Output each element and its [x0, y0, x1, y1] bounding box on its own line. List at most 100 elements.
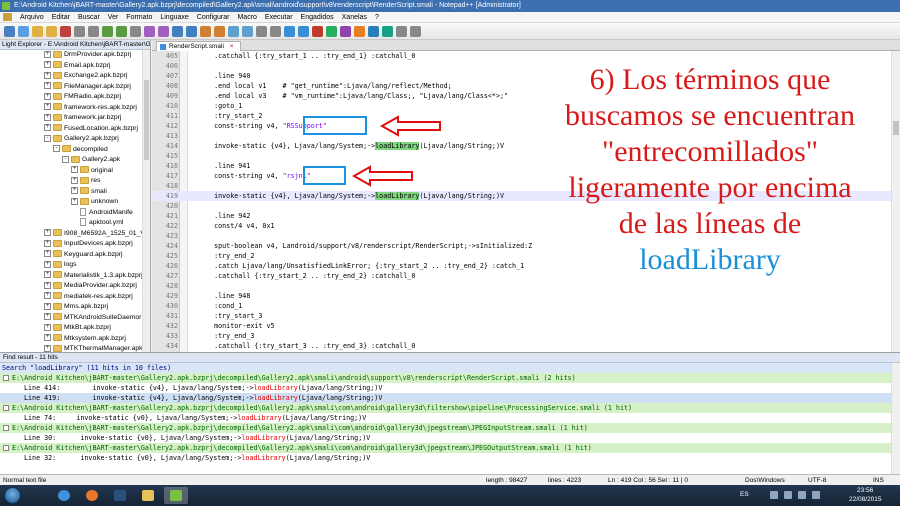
- toolbar-button-icon[interactable]: [312, 26, 323, 37]
- taskbar-explorer[interactable]: [136, 487, 160, 504]
- collapse-icon[interactable]: -: [62, 155, 69, 163]
- find-file-row[interactable]: E:\Android Kitchen\jBART-master\Gallery2…: [0, 423, 900, 433]
- find-scrollbar[interactable]: [891, 363, 900, 474]
- menu-item[interactable]: Buscar: [74, 12, 104, 22]
- collapse-icon[interactable]: -: [44, 134, 51, 142]
- expand-icon[interactable]: +: [71, 176, 78, 184]
- toolbar-button-icon[interactable]: [326, 26, 337, 37]
- menu-item[interactable]: ?: [371, 12, 383, 22]
- tree-item[interactable]: AndroidManife: [0, 207, 150, 219]
- code-line[interactable]: 432 monitor-exit v5: [152, 321, 900, 331]
- tree-item[interactable]: + res: [0, 176, 150, 187]
- tree-item[interactable]: + mediatek-res.apk.bzprj: [0, 292, 150, 303]
- toolbar-button-icon[interactable]: [60, 26, 71, 37]
- expand-icon[interactable]: +: [44, 271, 51, 279]
- expand-icon[interactable]: +: [71, 197, 78, 205]
- code-line[interactable]: 434 .catchall {:try_start_3 .. :try_end_…: [152, 341, 900, 351]
- find-file-row[interactable]: E:\Android Kitchen\jBART-master\Gallery2…: [0, 443, 900, 453]
- close-tab-icon[interactable]: ×: [230, 43, 234, 50]
- toolbar-button-icon[interactable]: [410, 26, 421, 37]
- toolbar-button-icon[interactable]: [74, 26, 85, 37]
- tree-item[interactable]: + DrmProvider.apk.bzprj: [0, 50, 150, 61]
- toolbar-button-icon[interactable]: [18, 26, 29, 37]
- collapse-icon[interactable]: [3, 445, 9, 451]
- tree-item[interactable]: + FusedLocation.apk.bzprj: [0, 124, 150, 135]
- find-hit-row[interactable]: Line 30: invoke-static {v0}, Ljava/lang/…: [0, 433, 900, 443]
- tree-item[interactable]: - decompiled: [0, 145, 150, 156]
- tree-item[interactable]: + original: [0, 166, 150, 177]
- expand-icon[interactable]: +: [44, 302, 51, 310]
- toolbar-button-icon[interactable]: [228, 26, 239, 37]
- toolbar-button-icon[interactable]: [270, 26, 281, 37]
- tree-item[interactable]: + Mtksystem.apk.bzprj: [0, 334, 150, 345]
- toolbar-button-icon[interactable]: [396, 26, 407, 37]
- menu-item[interactable]: Formato: [122, 12, 156, 22]
- find-file-row[interactable]: E:\Android Kitchen\jBART-master\Gallery2…: [0, 373, 900, 383]
- toolbar-button-icon[interactable]: [172, 26, 183, 37]
- toolbar-button-icon[interactable]: [186, 26, 197, 37]
- expand-icon[interactable]: +: [44, 103, 51, 111]
- code-line[interactable]: 405 .catchall {:try_start_1 .. :try_end_…: [152, 51, 900, 61]
- tree-item[interactable]: + MTKThermalManager.apk: [0, 344, 150, 352]
- scroll-thumb[interactable]: [144, 80, 149, 160]
- tree-item[interactable]: + Mms.apk.bzprj: [0, 302, 150, 313]
- expand-icon[interactable]: +: [44, 334, 51, 342]
- toolbar-button-icon[interactable]: [116, 26, 127, 37]
- toolbar-button-icon[interactable]: [158, 26, 169, 37]
- collapse-icon[interactable]: -: [53, 145, 60, 153]
- tree-item[interactable]: + unknown: [0, 197, 150, 208]
- tree-item[interactable]: + InputDevices.apk.bzprj: [0, 239, 150, 250]
- toolbar-button-icon[interactable]: [32, 26, 43, 37]
- tree-item[interactable]: + framework.jar.bzprj: [0, 113, 150, 124]
- collapse-icon[interactable]: [3, 375, 9, 381]
- menu-item[interactable]: Linguaxe: [156, 12, 192, 22]
- find-hit-row[interactable]: Line 419: invoke-static {v4}, Ljava/lang…: [0, 393, 900, 403]
- taskbar-notepadpp[interactable]: [164, 487, 188, 504]
- toolbar-button-icon[interactable]: [88, 26, 99, 37]
- code-line[interactable]: 430 :cond_1: [152, 301, 900, 311]
- code-line[interactable]: 431 :try_start_3: [152, 311, 900, 321]
- toolbar-button-icon[interactable]: [214, 26, 225, 37]
- expand-icon[interactable]: +: [44, 92, 51, 100]
- expand-icon[interactable]: +: [44, 292, 51, 300]
- expand-icon[interactable]: +: [44, 229, 51, 237]
- explorer-scrollbar[interactable]: [142, 50, 150, 352]
- code-line[interactable]: 433 :try_end_3: [152, 331, 900, 341]
- find-file-row[interactable]: E:\Android Kitchen\jBART-master\Gallery2…: [0, 403, 900, 413]
- taskbar-ie[interactable]: [52, 487, 76, 504]
- expand-icon[interactable]: +: [44, 50, 51, 58]
- tree-item[interactable]: + I908_M6592A_1525_01_V31: [0, 229, 150, 240]
- expand-icon[interactable]: +: [44, 124, 51, 132]
- toolbar-button-icon[interactable]: [354, 26, 365, 37]
- expand-icon[interactable]: +: [44, 239, 51, 247]
- menu-item[interactable]: Arquivo: [16, 12, 48, 22]
- menu-item[interactable]: Xanelas: [338, 12, 371, 22]
- expand-icon[interactable]: +: [44, 281, 51, 289]
- tray-up-icon[interactable]: [770, 491, 778, 499]
- toolbar-button-icon[interactable]: [382, 26, 393, 37]
- language-indicator[interactable]: ES: [740, 490, 749, 500]
- tree-item[interactable]: apktool.yml: [0, 218, 150, 229]
- find-hit-row[interactable]: Line 74: invoke-static {v0}, Ljava/lang/…: [0, 413, 900, 423]
- collapse-icon[interactable]: [3, 425, 9, 431]
- expand-icon[interactable]: +: [44, 71, 51, 79]
- toolbar-button-icon[interactable]: [242, 26, 253, 37]
- toolbar-button-icon[interactable]: [144, 26, 155, 37]
- find-hit-row[interactable]: Line 32: invoke-static {v0}, Ljava/lang/…: [0, 453, 900, 463]
- tree-item[interactable]: + MediaProvider.apk.bzprj: [0, 281, 150, 292]
- toolbar-button-icon[interactable]: [340, 26, 351, 37]
- toolbar-button-icon[interactable]: [200, 26, 211, 37]
- toolbar-button-icon[interactable]: [4, 26, 15, 37]
- toolbar-button-icon[interactable]: [130, 26, 141, 37]
- menu-item[interactable]: Executar: [261, 12, 297, 22]
- expand-icon[interactable]: +: [44, 61, 51, 69]
- tree-item[interactable]: + logs: [0, 260, 150, 271]
- collapse-icon[interactable]: [3, 405, 9, 411]
- tree-item[interactable]: + framework-res.apk.bzprj: [0, 103, 150, 114]
- expand-icon[interactable]: +: [44, 323, 51, 331]
- clock-date[interactable]: 22/08/2015: [849, 495, 882, 505]
- toolbar-button-icon[interactable]: [368, 26, 379, 37]
- find-search-summary[interactable]: Search "loadLibrary" (11 hits in 10 file…: [0, 363, 900, 373]
- tree-item[interactable]: + MtkBt.apk.bzprj: [0, 323, 150, 334]
- expand-icon[interactable]: +: [71, 187, 78, 195]
